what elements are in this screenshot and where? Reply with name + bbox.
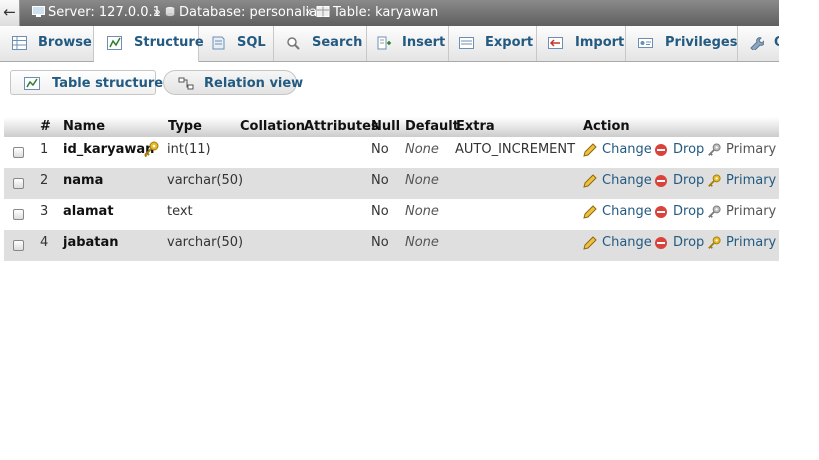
drop-icon — [655, 206, 667, 218]
table-structure-icon — [24, 77, 40, 90]
column-type: varchar(50) — [167, 235, 244, 250]
tab-import[interactable]: Import — [537, 26, 626, 61]
col-num[interactable]: # — [40, 119, 51, 134]
server-icon — [32, 6, 45, 17]
breadcrumb-table[interactable]: Table: karyawan — [316, 5, 438, 20]
phpmyadmin-window: ← Server: 127.0.0.1 » Database: personal… — [0, 0, 779, 460]
insert-icon — [377, 36, 391, 50]
drop-icon — [655, 237, 667, 249]
column-type: text — [167, 204, 193, 219]
col-extra[interactable]: Extra — [456, 119, 495, 134]
tab-browse[interactable]: Browse — [0, 26, 94, 61]
relation-view-icon — [178, 77, 194, 90]
table-row: 2 nama varchar(50) No None Change Drop P… — [4, 168, 779, 199]
pencil-icon — [583, 174, 597, 188]
breadcrumb-separator: » — [305, 5, 313, 20]
column-default: None — [405, 204, 439, 219]
col-type[interactable]: Type — [168, 119, 202, 134]
breadcrumb-separator: » — [153, 5, 161, 20]
tab-privileges[interactable]: Privileges — [626, 26, 738, 61]
browse-icon — [12, 36, 27, 50]
back-button[interactable]: ← — [0, 0, 20, 26]
table-row: 4 jabatan varchar(50) No None Change Dro… — [4, 230, 779, 261]
drop-icon — [655, 175, 667, 187]
row-num: 2 — [40, 173, 49, 188]
row-checkbox[interactable] — [13, 178, 24, 189]
table-structure-button[interactable]: Table structure — [10, 70, 163, 95]
export-icon — [459, 37, 474, 49]
primary-key-icon — [144, 141, 159, 157]
drop-icon — [655, 144, 667, 156]
table-icon — [316, 6, 330, 17]
sql-icon — [212, 36, 225, 50]
key-icon — [708, 174, 721, 187]
tab-sql[interactable]: SQL — [199, 26, 274, 61]
column-null: No — [371, 235, 389, 250]
column-default: None — [405, 173, 439, 188]
col-default[interactable]: Default — [405, 119, 459, 134]
key-icon — [708, 143, 721, 156]
column-type: varchar(50) — [167, 173, 244, 188]
tab-search[interactable]: Search — [274, 26, 367, 61]
pencil-icon — [583, 143, 597, 157]
col-action: Action — [583, 119, 630, 134]
row-checkbox[interactable] — [13, 147, 24, 158]
column-name: id_karyawan — [63, 142, 155, 157]
column-type: int(11) — [167, 142, 211, 157]
column-default: None — [405, 235, 439, 250]
col-null[interactable]: Null — [371, 119, 400, 134]
table-row: 1 id_karyawan int(11) No None AUTO_INCRE… — [4, 137, 779, 168]
tab-export[interactable]: Export — [449, 26, 537, 61]
row-num: 3 — [40, 204, 49, 219]
row-checkbox[interactable] — [13, 209, 24, 220]
row-checkbox[interactable] — [13, 240, 24, 251]
key-icon — [708, 236, 721, 249]
table-header: # Name Type Collation Attributes Null De… — [4, 117, 779, 138]
col-name[interactable]: Name — [63, 119, 105, 134]
column-name: alamat — [63, 204, 114, 219]
search-icon — [287, 37, 300, 50]
row-num: 4 — [40, 235, 49, 250]
tab-structure[interactable]: Structure — [94, 26, 204, 62]
main-tabs: Browse Structure SQL Search Insert Expor… — [0, 26, 779, 62]
table-row: 3 alamat text No None Change Drop Primar… — [4, 199, 779, 230]
column-name: nama — [63, 173, 104, 188]
breadcrumb-server[interactable]: Server: 127.0.0.1 — [32, 5, 161, 20]
column-null: No — [371, 142, 389, 157]
relation-view-button[interactable]: Relation view — [163, 70, 303, 95]
column-extra: AUTO_INCREMENT — [455, 142, 576, 157]
pencil-icon — [583, 205, 597, 219]
tab-insert[interactable]: Insert — [367, 26, 449, 61]
database-icon — [165, 6, 175, 17]
structure-icon — [107, 36, 122, 50]
column-name: jabatan — [63, 235, 119, 250]
privileges-icon — [638, 38, 653, 48]
tab-operations[interactable]: O — [738, 26, 779, 61]
pencil-icon — [583, 236, 597, 250]
column-null: No — [371, 204, 389, 219]
wrench-icon — [750, 37, 764, 50]
breadcrumb: ← Server: 127.0.0.1 » Database: personal… — [0, 0, 779, 26]
back-arrow-icon: ← — [3, 3, 16, 21]
breadcrumb-database[interactable]: Database: personalia — [165, 5, 317, 20]
col-attributes[interactable]: Attributes — [304, 119, 379, 134]
import-icon — [548, 37, 563, 49]
row-num: 1 — [40, 142, 49, 157]
key-icon — [708, 205, 721, 218]
col-collation[interactable]: Collation — [240, 119, 305, 134]
column-default: None — [405, 142, 439, 157]
column-null: No — [371, 173, 389, 188]
